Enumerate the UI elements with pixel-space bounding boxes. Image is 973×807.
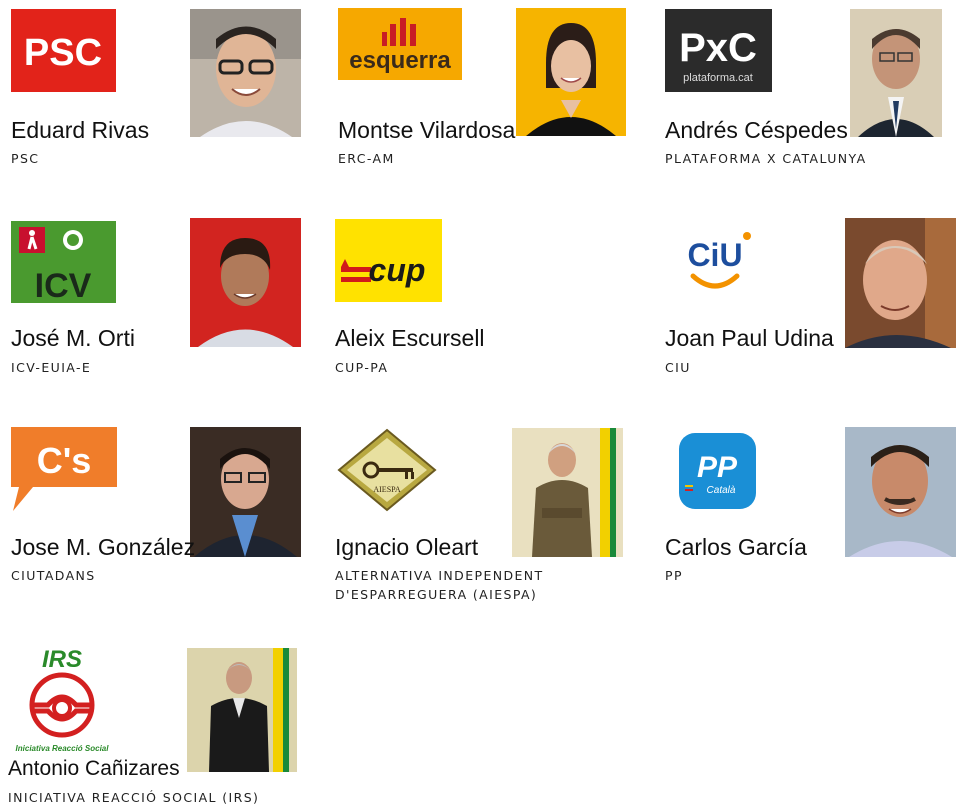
candidate-photo <box>512 428 623 557</box>
ciu-logo: CiU <box>665 218 772 302</box>
icv-logo: ICV <box>11 221 116 303</box>
pxc-logo-subtext: plataforma.cat <box>683 72 753 84</box>
party-name: ICV-EUIA-E <box>11 360 92 375</box>
candidate-name: Antonio Cañizares <box>8 757 180 780</box>
candidate-card-aleix-escursell: cup Aleix Escursell CUP-PA <box>330 210 640 380</box>
candidate-photo <box>845 218 956 348</box>
candidate-name: Ignacio Oleart <box>335 534 479 560</box>
candidate-photo <box>190 427 301 557</box>
esquerra-logo: esquerra <box>338 8 462 80</box>
pp-logo: PP Català <box>677 431 758 511</box>
psc-logo: PSC <box>11 9 116 92</box>
cs-logo-text: C's <box>37 440 92 481</box>
candidate-photo <box>516 8 626 136</box>
candidate-card-antonio-canizares: IRS Iniciativa Reacció Social Antonio Ca… <box>0 630 320 805</box>
cs-logo: C's <box>11 427 117 512</box>
candidate-card-joan-paul-udina: CiU Joan Paul Udina CIU <box>655 210 965 380</box>
candidate-photo <box>187 648 297 772</box>
aiespa-logo: AIESPA <box>335 428 439 512</box>
esquerra-logo-text: esquerra <box>349 47 451 74</box>
aiespa-logo-text: AIESPA <box>373 485 400 494</box>
pp-logo-text: PP <box>697 451 738 484</box>
psc-logo-text: PSC <box>24 32 102 74</box>
candidate-card-carlos-garcia: PP Català Carlos García PP <box>655 420 965 600</box>
irs-logo-subtext: Iniciativa Reacció Social <box>16 744 110 753</box>
candidate-photo <box>850 9 942 137</box>
pxc-logo: PxC plataforma.cat <box>665 9 772 92</box>
pxc-logo-text: PxC <box>679 26 757 70</box>
candidate-photo <box>190 9 301 137</box>
ciu-logo-text: CiU <box>687 237 742 273</box>
candidate-photo <box>190 218 301 347</box>
candidate-card-eduard-rivas: PSC Eduard Rivas PSC <box>0 0 320 200</box>
party-name: CIUTADANS <box>11 568 96 583</box>
icv-logo-text: ICV <box>35 267 92 303</box>
irs-logo-text: IRS <box>42 646 82 673</box>
party-name: ERC-AM <box>338 151 395 166</box>
irs-logo: IRS Iniciativa Reacció Social <box>8 637 116 757</box>
party-name: PP <box>665 568 683 583</box>
candidate-card-jose-m-gonzalez: C's Jose M. González CIUTADANS <box>0 420 320 600</box>
cup-logo-text: cup <box>369 252 426 288</box>
pp-logo-subtext: Català <box>707 485 736 496</box>
candidate-card-montse-vilardosa: esquerra Montse Vilardosa ERC-AM <box>330 0 640 200</box>
candidate-photo <box>845 427 956 557</box>
candidate-card-jose-m-orti: ICV José M. Orti ICV-EUIA-E <box>0 210 320 380</box>
candidate-name: Aleix Escursell <box>335 325 485 351</box>
candidate-name: Jose M. González <box>11 534 196 560</box>
candidate-card-andres-cespedes: PxC plataforma.cat Andrés Céspedes PLATA… <box>655 0 965 200</box>
candidate-name: Eduard Rivas <box>11 117 150 143</box>
party-name: ALTERNATIVA INDEPENDENT D'ESPARREGUERA (… <box>335 568 544 602</box>
candidate-name: José M. Orti <box>11 325 135 351</box>
candidate-card-ignacio-oleart: AIESPA Ignacio Oleart ALTERNATIVA INDEPE… <box>330 420 640 620</box>
candidate-name: Carlos García <box>665 534 807 560</box>
candidate-name: Montse Vilardosa <box>338 117 516 143</box>
party-name: CIU <box>665 360 691 375</box>
candidate-name: Joan Paul Udina <box>665 325 834 351</box>
party-name: CUP-PA <box>335 360 389 375</box>
party-name: INICIATIVA REACCIÓ SOCIAL (IRS) <box>8 790 260 805</box>
party-name: PLATAFORMA X CATALUNYA <box>665 151 867 166</box>
candidate-name: Andrés Céspedes <box>665 117 848 143</box>
cup-logo: cup <box>335 219 442 302</box>
party-name: PSC <box>11 151 40 166</box>
